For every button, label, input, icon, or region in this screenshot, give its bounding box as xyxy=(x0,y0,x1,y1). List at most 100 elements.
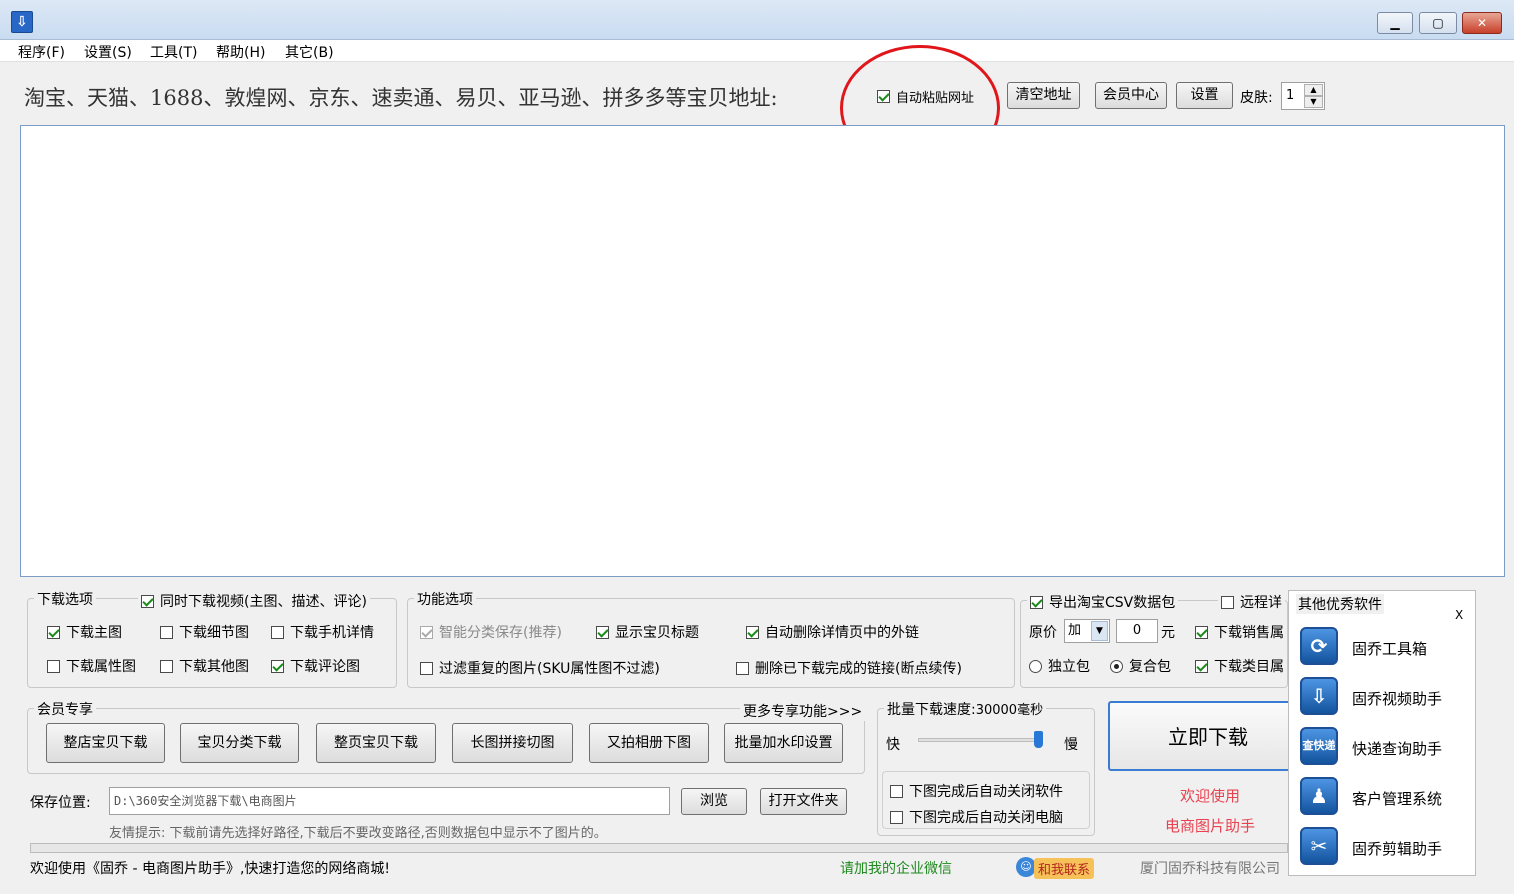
check-icon xyxy=(1221,595,1234,609)
menu-other[interactable]: 其它(B) xyxy=(285,42,334,62)
more-features-link[interactable]: 更多专享功能>>> xyxy=(740,701,866,721)
member-center-button[interactable]: 会员中心 xyxy=(1095,82,1167,109)
check-icon xyxy=(141,594,154,608)
check-icon xyxy=(47,659,60,673)
page-download-button[interactable]: 整页宝贝下载 xyxy=(316,723,436,763)
speed-slider-thumb[interactable] xyxy=(1034,731,1043,748)
check-icon xyxy=(160,659,173,673)
open-folder-button[interactable]: 打开文件夹 xyxy=(760,788,847,815)
skin-label: 皮肤: xyxy=(1240,90,1273,106)
menu-help[interactable]: 帮助(H) xyxy=(216,42,265,62)
browse-button[interactable]: 浏览 xyxy=(681,788,747,815)
single-package-radio[interactable]: 独立包 xyxy=(1029,656,1090,676)
long-image-button[interactable]: 长图拼接切图 xyxy=(452,723,573,763)
download-icon: ⇩ xyxy=(11,11,33,33)
function-options-title: 功能选项 xyxy=(414,589,476,609)
video-download-icon[interactable]: ⇩ xyxy=(1300,677,1338,715)
show-title-checkbox[interactable]: 显示宝贝标题 xyxy=(596,622,699,642)
wechat-link[interactable]: 请加我的企业微信 xyxy=(840,858,952,878)
check-icon xyxy=(271,625,284,639)
menu-settings[interactable]: 设置(S) xyxy=(84,42,132,62)
review-image-checkbox[interactable]: 下载评论图 xyxy=(271,656,360,676)
spin-up-icon[interactable]: ▲ xyxy=(1304,84,1323,96)
skin-value: 1 xyxy=(1286,88,1295,103)
radio-icon xyxy=(1110,659,1123,673)
url-textarea[interactable] xyxy=(20,125,1505,577)
speed-label: 批量下载速度: xyxy=(887,702,976,718)
toolbox-icon[interactable]: ⟳ xyxy=(1300,627,1338,665)
panel-item-toolbox[interactable]: 固乔工具箱 xyxy=(1352,638,1427,659)
close-button[interactable]: ✕ xyxy=(1462,12,1502,34)
slow-label: 慢 xyxy=(1064,737,1078,753)
contact-me-button[interactable]: 和我联系 xyxy=(1034,858,1095,879)
attr-image-checkbox[interactable]: 下载属性图 xyxy=(47,656,136,676)
speed-slider-track[interactable] xyxy=(918,738,1042,742)
minimize-button[interactable]: ▁ xyxy=(1377,12,1413,34)
panel-item-video[interactable]: 固乔视频助手 xyxy=(1352,688,1442,709)
speed-value: 30000毫秒 xyxy=(975,703,1044,718)
compound-package-radio[interactable]: 复合包 xyxy=(1110,656,1171,676)
remote-detail-checkbox[interactable]: 远程详 xyxy=(1218,592,1285,612)
delete-done-links-checkbox[interactable]: 删除已下载完成的链接(断点续传) xyxy=(736,658,962,678)
clear-address-button[interactable]: 清空地址 xyxy=(1007,82,1080,109)
auto-close-app-checkbox[interactable]: 下图完成后自动关闭软件 xyxy=(890,781,1063,801)
scissors-icon[interactable]: ✂ xyxy=(1300,827,1338,865)
menu-program[interactable]: 程序(F) xyxy=(18,42,65,62)
qq-icon: ☺ xyxy=(1016,857,1036,877)
save-tip: 友情提示: 下载前请先选择好路径,下载后不要改变路径,否则数据包中显示不了图片的… xyxy=(109,826,607,841)
welcome-line2: 电商图片助手 xyxy=(1165,817,1256,835)
auto-shutdown-checkbox[interactable]: 下图完成后自动关闭电脑 xyxy=(890,807,1063,827)
status-welcome: 欢迎使用《固乔 - 电商图片助手》,快速打造您的网络商城! xyxy=(30,861,391,877)
check-icon xyxy=(1195,659,1208,673)
check-icon xyxy=(746,625,759,639)
express-search-icon[interactable]: 查快递 xyxy=(1300,727,1338,765)
maximize-button[interactable]: ▢ xyxy=(1419,12,1457,34)
filter-duplicate-checkbox[interactable]: 过滤重复的图片(SKU属性图不过滤) xyxy=(420,658,660,678)
panel-close-icon[interactable]: X xyxy=(1455,608,1463,622)
check-icon xyxy=(1030,595,1043,609)
price-op-select[interactable]: 加 ▼ xyxy=(1064,619,1110,643)
menu-tools[interactable]: 工具(T) xyxy=(150,42,197,62)
save-location-label: 保存位置: xyxy=(30,795,91,811)
export-csv-checkbox[interactable]: 导出淘宝CSV数据包 xyxy=(1027,592,1179,612)
member-title: 会员专享 xyxy=(34,699,96,719)
panel-item-customer[interactable]: 客户管理系统 xyxy=(1352,788,1442,809)
watermark-button[interactable]: 批量加水印设置 xyxy=(724,723,843,763)
category-attr-checkbox[interactable]: 下载类目属 xyxy=(1195,656,1284,676)
speed-title: 批量下载速度:30000毫秒 xyxy=(884,699,1047,719)
progress-bar xyxy=(30,843,1288,853)
main-image-checkbox[interactable]: 下载主图 xyxy=(47,622,122,642)
check-icon xyxy=(420,661,433,675)
spin-down-icon[interactable]: ▼ xyxy=(1304,96,1323,108)
check-icon xyxy=(1195,625,1208,639)
company-name: 厦门固乔科技有限公司 xyxy=(1140,861,1280,877)
sales-attr-checkbox[interactable]: 下载销售属 xyxy=(1195,622,1284,642)
shop-download-button[interactable]: 整店宝贝下载 xyxy=(46,723,165,763)
auto-delete-links-checkbox[interactable]: 自动删除详情页中的外链 xyxy=(746,622,919,642)
check-icon xyxy=(47,625,60,639)
radio-icon xyxy=(1029,659,1042,673)
smart-save-checkbox: 智能分类保存(推荐) xyxy=(420,622,562,642)
download-now-button[interactable]: 立即下载 xyxy=(1108,701,1308,771)
price-op-value: 加 xyxy=(1068,623,1082,638)
check-icon xyxy=(271,659,284,673)
fast-label: 快 xyxy=(886,737,900,753)
save-path-input[interactable]: D:\360安全浏览器下载\电商图片 xyxy=(109,787,670,815)
title-bar xyxy=(0,0,1514,40)
category-download-button[interactable]: 宝贝分类下载 xyxy=(180,723,299,763)
url-label: 淘宝、天猫、1688、敦煌网、京东、速卖通、易贝、亚马逊、拼多多等宝贝地址: xyxy=(24,86,778,110)
detail-image-checkbox[interactable]: 下载细节图 xyxy=(160,622,249,642)
panel-item-editor[interactable]: 固乔剪辑助手 xyxy=(1352,838,1442,859)
price-input[interactable]: 0 xyxy=(1116,619,1158,643)
panel-item-express[interactable]: 快递查询助手 xyxy=(1352,738,1442,759)
settings-button[interactable]: 设置 xyxy=(1176,82,1233,109)
customer-icon[interactable]: ♟ xyxy=(1300,777,1338,815)
check-icon xyxy=(160,625,173,639)
video-checkbox[interactable]: 同时下载视频(主图、描述、评论) xyxy=(138,591,370,611)
skin-spinner[interactable]: 1 ▲ ▼ xyxy=(1281,82,1325,110)
other-software-title: 其他优秀软件 xyxy=(1296,594,1384,614)
mobile-detail-checkbox[interactable]: 下载手机详情 xyxy=(271,622,374,642)
upyun-album-button[interactable]: 又拍相册下图 xyxy=(589,723,709,763)
check-icon xyxy=(890,784,903,798)
other-image-checkbox[interactable]: 下载其他图 xyxy=(160,656,249,676)
